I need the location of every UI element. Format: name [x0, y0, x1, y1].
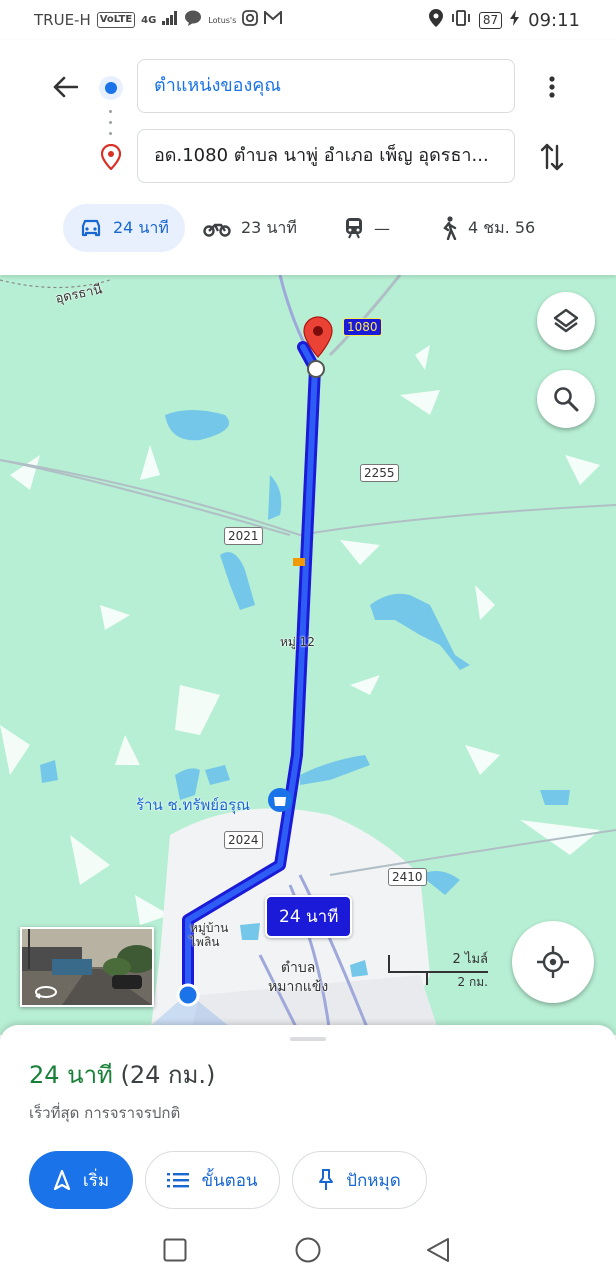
recents-button[interactable]	[163, 1238, 187, 1266]
system-nav-bar	[0, 1215, 616, 1280]
mode-walking-label: 4 ชม. 56	[468, 217, 536, 237]
route-dots	[109, 110, 113, 135]
map-label-village-12: หมู่ 12	[280, 635, 315, 649]
search-icon	[554, 387, 579, 412]
charging-icon	[510, 10, 520, 31]
instagram-icon	[242, 10, 259, 30]
mode-driving-tab[interactable]: 24 นาที	[63, 204, 185, 252]
layers-icon	[553, 308, 579, 333]
steps-button-label: ขั้นตอน	[201, 1170, 258, 1191]
scale-bar: 2 ไมล์ 2 กม.	[388, 952, 488, 989]
volte-badge: VoLTE	[96, 12, 136, 28]
road-shield-2255: 2255	[360, 464, 399, 482]
sheet-drag-handle[interactable]	[290, 1037, 326, 1041]
route-distance: (24 กม.)	[120, 1061, 216, 1089]
destination-pin-icon	[100, 143, 122, 174]
road-shield-2024: 2024	[224, 831, 263, 849]
search-along-route-button[interactable]	[537, 370, 595, 428]
back-nav-button[interactable]	[425, 1237, 451, 1267]
pin-button-label: ปักหมุด	[346, 1170, 401, 1191]
car-icon	[81, 219, 101, 237]
origin-input[interactable]: ตำแหน่งของคุณ	[137, 59, 515, 113]
mode-motorcycle-label: 23 นาที	[241, 217, 297, 237]
directions-header: ตำแหน่งของคุณ อด.1080 ตำบล นาพู่ อำเภอ เ…	[0, 40, 616, 275]
map-view[interactable]: อุดรธานี 1080 2255 2021 2024 2410 หมู่ 1…	[0, 275, 616, 1035]
location-icon	[428, 9, 443, 32]
status-bar: TRUE-H VoLTE 4G Lotus's 87 09:11	[0, 0, 616, 40]
mode-motorcycle-tab[interactable]: 23 นาที	[203, 204, 297, 252]
arrow-back-icon	[53, 76, 78, 98]
rotate-360-icon	[35, 986, 57, 999]
battery-indicator: 87	[478, 12, 503, 29]
more-options-button[interactable]	[540, 72, 564, 102]
network-label: 4G	[141, 14, 157, 26]
map-label-pailin-village: หมู่บ้าน ไพลิน	[190, 921, 229, 949]
walk-icon	[443, 216, 457, 240]
motorcycle-icon	[203, 223, 231, 237]
my-location-button[interactable]	[512, 921, 594, 1003]
triangle-back-icon	[427, 1238, 449, 1262]
mode-walking-tab[interactable]: 4 ชม. 56	[440, 204, 535, 252]
train-icon	[346, 218, 362, 239]
more-vert-icon	[549, 76, 555, 98]
vibrate-icon	[451, 10, 471, 31]
layers-button[interactable]	[537, 292, 595, 350]
mode-transit-label: —	[374, 218, 390, 238]
mode-transit-tab[interactable]: —	[344, 204, 390, 252]
street-view-thumbnail[interactable]	[20, 927, 154, 1007]
signal-icon	[162, 11, 178, 29]
road-shield-1080: 1080	[343, 318, 382, 336]
map-label-shop[interactable]: ร้าน ช.ทรัพย์อรุณ	[136, 793, 250, 817]
map-label-district: ตำบล หมากแข้ง	[268, 960, 329, 995]
route-subtitle: เร็วที่สุด การจราจรปกติ	[29, 1104, 181, 1122]
pushpin-icon	[319, 1169, 334, 1190]
list-icon	[167, 1173, 190, 1188]
carrier-label: TRUE-H	[34, 11, 91, 29]
my-location-icon	[537, 946, 569, 978]
scale-km-label: 2 กม.	[457, 975, 488, 989]
start-button-label: เริ่ม	[82, 1170, 110, 1191]
road-shield-2021: 2021	[224, 527, 263, 545]
navigation-arrow-icon	[53, 1170, 71, 1190]
route-summary: 24 นาที (24 กม.)	[29, 1055, 215, 1094]
lotuss-icon: Lotus's	[208, 15, 237, 25]
road-shield-2410: 2410	[388, 868, 427, 886]
swap-button[interactable]	[537, 140, 567, 174]
start-button[interactable]: เริ่ม	[29, 1151, 133, 1209]
origin-dot-icon	[99, 76, 123, 100]
route-duration: 24 นาที	[29, 1061, 113, 1089]
home-button[interactable]	[295, 1237, 321, 1267]
gmail-icon	[264, 9, 283, 29]
square-icon	[163, 1238, 187, 1262]
clock: 09:11	[528, 10, 580, 31]
route-duration-callout[interactable]: 24 นาที	[265, 895, 353, 938]
circle-icon	[295, 1237, 321, 1263]
pin-button[interactable]: ปักหมุด	[292, 1151, 427, 1209]
steps-button[interactable]: ขั้นตอน	[145, 1151, 280, 1209]
destination-input[interactable]: อด.1080 ตำบล นาพู่ อำเภอ เพ็ญ อุดรธา...	[137, 129, 515, 183]
route-summary-sheet: 24 นาที (24 กม.) เร็วที่สุด การจราจรปกติ…	[0, 1025, 616, 1215]
scale-miles-label: 2 ไมล์	[452, 952, 488, 967]
mode-driving-label: 24 นาที	[113, 217, 169, 237]
swap-vert-icon	[540, 143, 564, 171]
line-app-icon	[184, 10, 202, 30]
back-button[interactable]	[48, 70, 82, 104]
